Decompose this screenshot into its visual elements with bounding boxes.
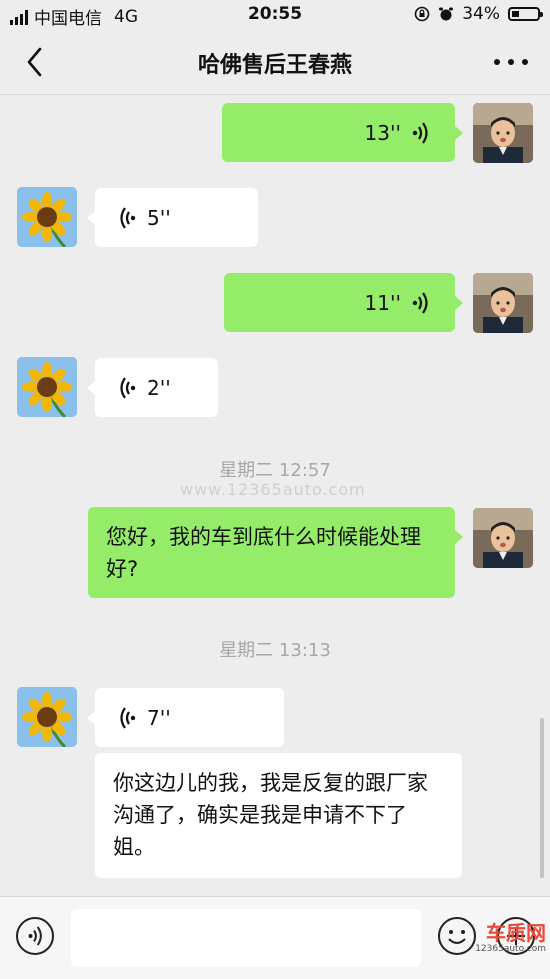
voice-duration: 7''	[147, 705, 171, 730]
corner-logo: 车质网 12365auto.com	[475, 922, 546, 954]
orientation-lock-icon	[414, 6, 430, 22]
sunflower-avatar-icon	[17, 687, 77, 747]
contact-avatar[interactable]	[17, 687, 77, 747]
voice-duration: 5''	[147, 205, 171, 230]
person-avatar-icon	[473, 103, 533, 163]
voice-duration: 11''	[364, 290, 401, 315]
text-message[interactable]: 你这边儿的我，我是反复的跟厂家沟通了，确实是我是申请不下了姐。	[95, 753, 462, 878]
my-avatar[interactable]	[473, 508, 533, 568]
input-bar	[0, 896, 550, 979]
text-message[interactable]: 您好，我的车到底什么时候能处理好?	[88, 507, 463, 598]
voice-wave-icon	[120, 206, 136, 229]
voice-wave-icon	[120, 706, 136, 729]
logo-site: 12365auto.com	[475, 944, 546, 954]
voice-input-icon[interactable]	[16, 917, 54, 955]
voice-message[interactable]: 13''	[222, 103, 463, 162]
chat-scrollbar[interactable]	[540, 718, 544, 878]
person-avatar-icon	[473, 273, 533, 333]
voice-wave-icon	[412, 291, 428, 314]
my-avatar[interactable]	[473, 273, 533, 333]
voice-wave-icon	[412, 121, 428, 144]
status-right: 34%	[414, 4, 543, 24]
my-avatar[interactable]	[473, 103, 533, 163]
voice-duration: 13''	[364, 120, 401, 145]
voice-message[interactable]: 5''	[87, 188, 258, 247]
message-timestamp: 星期二 12:57	[219, 460, 331, 481]
message-timestamp: 星期二 13:13	[219, 640, 331, 661]
person-avatar-icon	[473, 508, 533, 568]
chat-title: 哈佛售后王春燕	[197, 53, 352, 78]
chat-header: 哈佛售后王春燕	[0, 30, 550, 95]
watermark-text: www.12365auto.com	[180, 480, 366, 499]
emoji-icon[interactable]	[438, 917, 476, 955]
contact-avatar[interactable]	[17, 187, 77, 247]
battery-icon	[508, 7, 543, 21]
voice-wave-icon	[28, 926, 42, 946]
smile-icon	[448, 930, 466, 944]
battery-percent: 34%	[462, 4, 500, 24]
sunflower-avatar-icon	[17, 187, 77, 247]
message-input[interactable]	[71, 909, 421, 967]
voice-message[interactable]: 7''	[87, 688, 284, 747]
sunflower-avatar-icon	[17, 357, 77, 417]
voice-wave-icon	[120, 376, 136, 399]
contact-avatar[interactable]	[17, 357, 77, 417]
logo-name: 车质网	[486, 921, 546, 945]
voice-message[interactable]: 11''	[224, 273, 463, 332]
status-bar: 中国电信 4G 20:55 34%	[0, 0, 550, 30]
voice-duration: 2''	[147, 375, 171, 400]
more-icon[interactable]	[494, 48, 528, 76]
voice-message[interactable]: 2''	[87, 358, 218, 417]
alarm-icon	[439, 7, 454, 21]
